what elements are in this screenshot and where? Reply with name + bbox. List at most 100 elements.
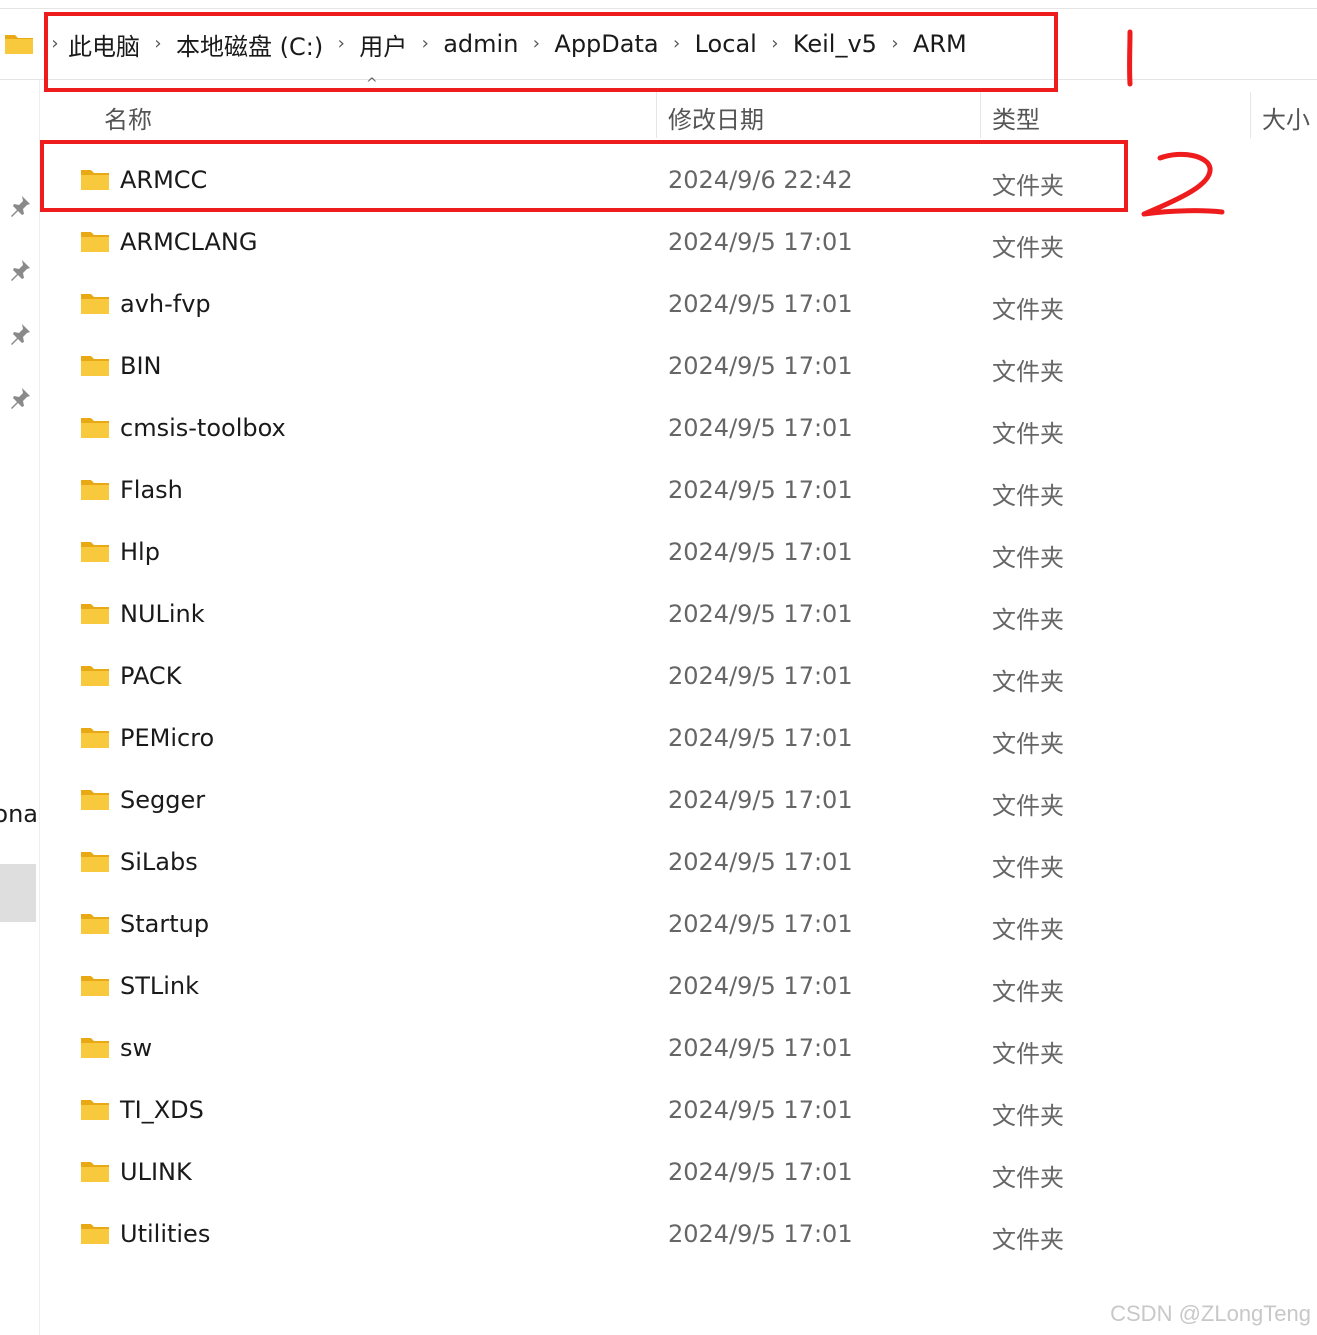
pin-icon[interactable] [8,194,32,222]
file-name: ARMCC [120,166,208,194]
file-type: 文件夹 [992,916,1064,944]
file-type: 文件夹 [992,482,1064,510]
file-name: ARMCLANG [120,228,258,256]
folder-icon [80,787,110,817]
file-date: 2024/9/5 17:01 [668,600,853,628]
file-row[interactable]: Hlp 2024/9/5 17:01 文件夹 [40,522,1317,584]
chevron-right-icon[interactable]: › [661,35,693,53]
column-date-header[interactable]: 修改日期 [668,100,764,135]
file-type: 文件夹 [992,358,1064,386]
chevron-right-icon[interactable]: › [142,35,174,53]
file-date: 2024/9/5 17:01 [668,724,853,752]
column-divider[interactable] [656,92,657,138]
file-row[interactable]: Startup 2024/9/5 17:01 文件夹 [40,894,1317,956]
file-type: 文件夹 [992,234,1064,262]
folder-icon [80,911,110,941]
folder-icon [80,539,110,569]
chevron-right-icon[interactable]: › [759,35,791,53]
breadcrumb-item[interactable]: admin [441,30,520,58]
file-row[interactable]: PACK 2024/9/5 17:01 文件夹 [40,646,1317,708]
file-date: 2024/9/5 17:01 [668,848,853,876]
pin-icon[interactable] [8,386,32,414]
pin-icon[interactable] [8,258,32,286]
file-date: 2024/9/5 17:01 [668,414,853,442]
chevron-right-icon[interactable]: › [409,35,441,53]
file-row[interactable]: Flash 2024/9/5 17:01 文件夹 [40,460,1317,522]
folder-icon [80,229,110,259]
nav-selected-item[interactable] [0,864,36,922]
file-date: 2024/9/5 17:01 [668,972,853,1000]
column-size-header[interactable]: 大小 [1262,100,1310,135]
file-type: 文件夹 [992,792,1064,820]
breadcrumb-item[interactable]: 用户 [357,27,409,62]
file-date: 2024/9/5 17:01 [668,290,853,318]
file-date: 2024/9/5 17:01 [668,228,853,256]
chevron-right-icon[interactable]: › [520,35,552,53]
breadcrumb-item[interactable]: AppData [552,30,660,58]
file-name: Segger [120,786,206,814]
file-row[interactable]: avh-fvp 2024/9/5 17:01 文件夹 [40,274,1317,336]
folder-icon [80,1097,110,1127]
file-name: cmsis-toolbox [120,414,286,442]
breadcrumb-item[interactable]: 本地磁盘 (C:) [174,27,325,62]
file-name: ULINK [120,1158,192,1186]
nav-item-label[interactable]: ona [0,800,38,828]
file-name: Hlp [120,538,160,566]
breadcrumb: › 此电脑 › 本地磁盘 (C:) › 用户 › admin › AppData › Local › Ke… [44,9,969,79]
file-name: PEMicro [120,724,215,752]
file-type: 文件夹 [992,1164,1064,1192]
annotation-number-1 [1127,29,1133,87]
file-name: Startup [120,910,210,938]
column-divider[interactable] [980,92,981,138]
file-type: 文件夹 [992,730,1064,758]
file-type: 文件夹 [992,296,1064,324]
file-name: Utilities [120,1220,211,1248]
file-name: NULink [120,600,205,628]
file-name: PACK [120,662,182,690]
chevron-right-icon[interactable]: › [44,35,66,53]
file-date: 2024/9/6 22:42 [668,166,853,194]
file-row[interactable]: cmsis-toolbox 2024/9/5 17:01 文件夹 [40,398,1317,460]
file-date: 2024/9/5 17:01 [668,352,853,380]
breadcrumb-item[interactable]: 此电脑 [66,27,142,62]
breadcrumb-item[interactable]: ARM [911,30,969,58]
file-type: 文件夹 [992,668,1064,696]
pin-icon[interactable] [8,322,32,350]
file-type: 文件夹 [992,172,1064,200]
file-name: BIN [120,352,162,380]
file-date: 2024/9/5 17:01 [668,1034,853,1062]
file-name: sw [120,1034,153,1062]
file-row[interactable]: ARMCC 2024/9/6 22:42 文件夹 [40,150,1317,212]
file-row[interactable]: sw 2024/9/5 17:01 文件夹 [40,1018,1317,1080]
file-type: 文件夹 [992,420,1064,448]
file-type: 文件夹 [992,978,1064,1006]
file-row[interactable]: PEMicro 2024/9/5 17:01 文件夹 [40,708,1317,770]
annotation-number-2 [1141,151,1225,217]
folder-icon [80,601,110,631]
breadcrumb-item[interactable]: Keil_v5 [791,30,879,58]
chevron-right-icon[interactable]: › [325,35,357,53]
column-type-header[interactable]: 类型 [992,100,1040,135]
column-name-header[interactable]: 名称 [104,100,152,135]
file-row[interactable]: ULINK 2024/9/5 17:01 文件夹 [40,1142,1317,1204]
folder-icon [80,973,110,1003]
file-row[interactable]: BIN 2024/9/5 17:01 文件夹 [40,336,1317,398]
folder-icon [80,1221,110,1251]
folder-icon [80,1159,110,1189]
folder-icon [80,725,110,755]
breadcrumb-item[interactable]: Local [693,30,759,58]
file-row[interactable]: NULink 2024/9/5 17:01 文件夹 [40,584,1317,646]
file-date: 2024/9/5 17:01 [668,786,853,814]
file-row[interactable]: TI_XDS 2024/9/5 17:01 文件夹 [40,1080,1317,1142]
file-date: 2024/9/5 17:01 [668,1158,853,1186]
file-row[interactable]: ARMCLANG 2024/9/5 17:01 文件夹 [40,212,1317,274]
folder-icon [80,353,110,383]
column-divider[interactable] [1250,92,1251,138]
file-row[interactable]: STLink 2024/9/5 17:01 文件夹 [40,956,1317,1018]
file-name: SiLabs [120,848,198,876]
file-row[interactable]: Utilities 2024/9/5 17:01 文件夹 [40,1204,1317,1266]
file-type: 文件夹 [992,854,1064,882]
chevron-right-icon[interactable]: › [879,35,911,53]
file-row[interactable]: SiLabs 2024/9/5 17:01 文件夹 [40,832,1317,894]
file-row[interactable]: Segger 2024/9/5 17:01 文件夹 [40,770,1317,832]
